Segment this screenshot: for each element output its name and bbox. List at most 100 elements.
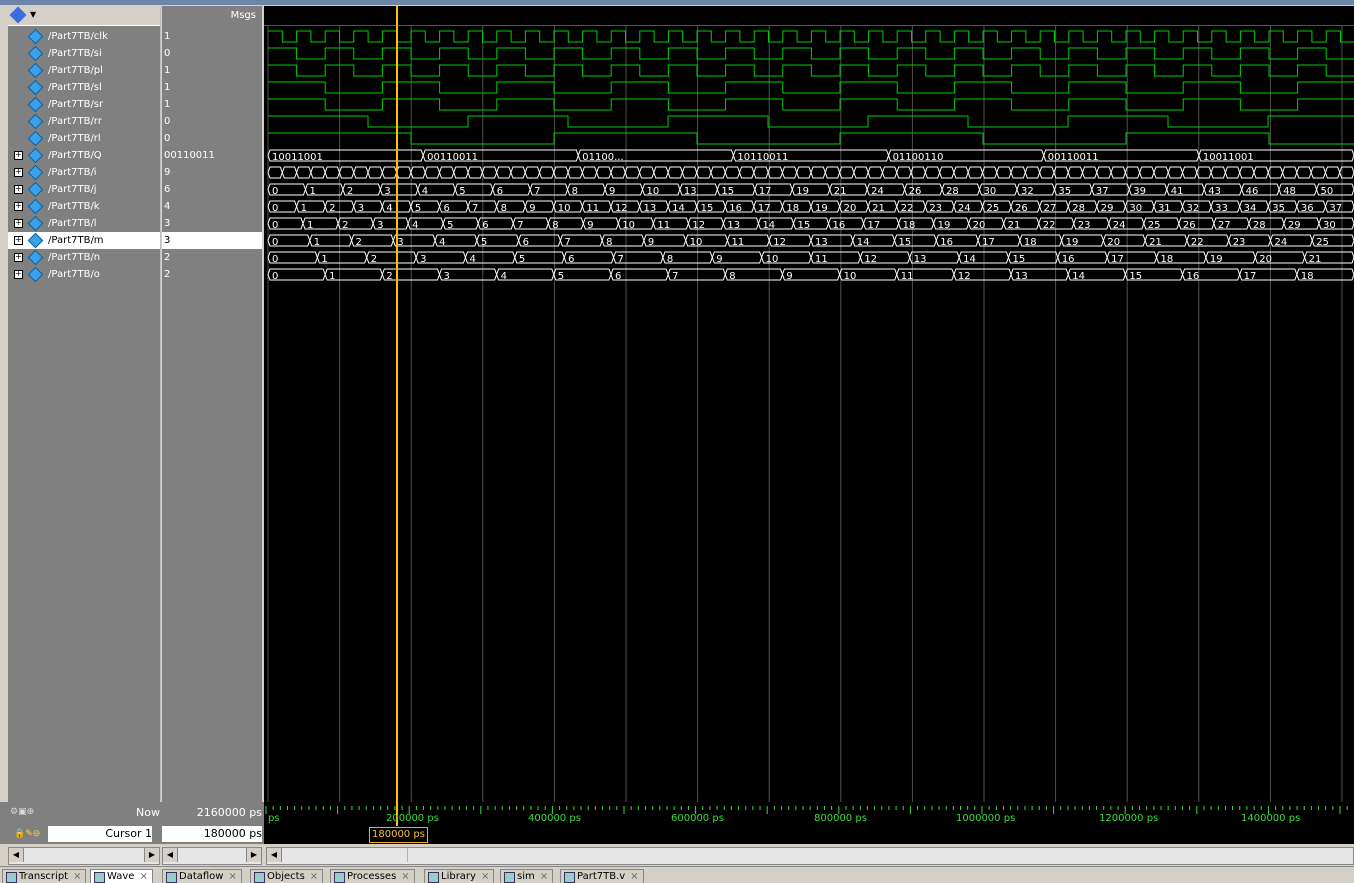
ruler-label: 200000 ps (386, 813, 439, 824)
bus-value-label: 3 (443, 271, 449, 282)
expand-icon[interactable]: + (14, 151, 23, 160)
bus-segment (981, 166, 998, 179)
scroll-left-icon[interactable]: ◀ (9, 848, 24, 862)
bus-segment (1067, 166, 1084, 179)
bus-value-label: 23 (1078, 220, 1091, 231)
bus-value-label: 26 (909, 186, 922, 197)
signal-row[interactable]: /Part7TB/rr (8, 113, 160, 130)
signal-value: 1 (164, 82, 171, 93)
bus-value-label: 33 (1215, 203, 1228, 214)
bus-value-label: 30 (1323, 220, 1336, 231)
signal-row[interactable]: /Part7TB/pl (8, 62, 160, 79)
signal-row[interactable]: + /Part7TB/l (8, 215, 160, 232)
signal-row[interactable]: + /Part7TB/n (8, 249, 160, 266)
expand-icon[interactable]: + (14, 219, 23, 228)
bus-segment (967, 166, 984, 179)
title-strip (0, 0, 1354, 5)
signal-value: 1 (164, 65, 171, 76)
signal-trace (268, 115, 1354, 128)
waveform-plot: 10011001 00110011 01100... 10110011 01100110… (267, 6, 1354, 802)
bus-segment (710, 166, 726, 179)
signal-row[interactable]: + /Part7TB/o (8, 266, 160, 283)
wave-layer-icon[interactable] (9, 6, 27, 24)
bus-value-label: 21 (834, 186, 847, 197)
tab-icon (504, 872, 515, 883)
bus-value-label: 17 (1244, 271, 1257, 282)
close-icon[interactable]: × (481, 871, 489, 882)
bus-value-label: 9 (786, 271, 792, 282)
msgs-label: Msgs (230, 10, 256, 21)
close-icon[interactable]: × (73, 871, 81, 882)
signal-row[interactable]: + /Part7TB/Q (8, 147, 160, 164)
signal-row[interactable]: /Part7TB/si (8, 45, 160, 62)
cursor-label[interactable]: Cursor 1 (48, 826, 152, 842)
bus-value-label: 18 (903, 220, 916, 231)
bus-value-label: 13 (727, 220, 740, 231)
bus-value-label: 10011001 (1203, 152, 1254, 163)
signal-name: /Part7TB/o (48, 269, 100, 280)
value-scrollbar[interactable]: ◀ ▶ (162, 847, 262, 865)
close-icon[interactable]: × (228, 871, 236, 882)
bus-value-label: 11 (731, 237, 744, 248)
close-icon[interactable]: × (310, 871, 318, 882)
signal-row[interactable]: + /Part7TB/k (8, 198, 160, 215)
bus-value-label: 48 (1283, 186, 1296, 197)
bus-segment (396, 166, 412, 179)
bus-value-label: 6 (482, 220, 488, 231)
close-icon[interactable]: × (630, 871, 638, 882)
bus-value-label: 6 (568, 254, 574, 265)
cursor-time-tag[interactable]: 180000 ps (369, 827, 428, 843)
lock-icon[interactable]: 🔒✎⊖ (14, 829, 40, 839)
bus-segment (1282, 166, 1298, 179)
bus-value-label: 13 (684, 186, 697, 197)
bus-value-label: 7 (472, 203, 478, 214)
bus-value-label: 21 (1008, 220, 1021, 231)
signal-row[interactable]: + /Part7TB/m (8, 232, 160, 249)
expand-icon[interactable]: + (14, 253, 23, 262)
scroll-left-icon[interactable]: ◀ (163, 848, 178, 862)
bus-value-label: 32 (1187, 203, 1200, 214)
signal-trace (268, 47, 1354, 60)
expand-icon[interactable]: + (14, 168, 23, 177)
waveform-canvas[interactable]: 10011001 00110011 01100... 10110011 01100110… (264, 6, 1354, 802)
close-icon[interactable]: × (540, 871, 548, 882)
bus-segment (1010, 166, 1026, 179)
wave-scrollbar[interactable]: ◀ (266, 847, 1354, 865)
bus-value-label: 16 (729, 203, 742, 214)
expand-icon[interactable]: + (14, 202, 23, 211)
close-icon[interactable]: × (401, 871, 409, 882)
chevron-down-icon[interactable]: ▼ (30, 10, 36, 19)
expand-icon[interactable]: + (14, 185, 23, 194)
bus-value-label: 7 (618, 254, 624, 265)
bus-segment (424, 166, 441, 179)
expand-icon[interactable]: + (14, 270, 23, 279)
signal-row[interactable]: /Part7TB/sr (8, 96, 160, 113)
signal-diamond-icon (27, 164, 44, 181)
bus-segment (1224, 166, 1241, 179)
signal-name: /Part7TB/clk (48, 31, 108, 42)
bus-value-label: 11 (586, 203, 599, 214)
signal-name: /Part7TB/i (48, 167, 97, 178)
bus-segment (1081, 166, 1098, 179)
tab-label: Library (441, 871, 476, 882)
scroll-right-icon[interactable]: ▶ (246, 848, 261, 862)
bus-value-label: 35 (1058, 186, 1071, 197)
scroll-left-icon[interactable]: ◀ (267, 848, 282, 862)
signal-row[interactable]: + /Part7TB/i (8, 164, 160, 181)
signal-row[interactable]: + /Part7TB/j (8, 181, 160, 198)
signal-row[interactable]: /Part7TB/sl (8, 79, 160, 96)
signal-name: /Part7TB/m (48, 235, 104, 246)
bus-value-label: 5 (459, 186, 465, 197)
scroll-right-icon[interactable]: ▶ (144, 848, 159, 862)
bus-value-label: 3 (397, 237, 403, 248)
bus-value-label: 15 (1012, 254, 1025, 265)
expand-icon[interactable]: + (14, 236, 23, 245)
bus-segment (310, 166, 326, 179)
signal-row[interactable]: /Part7TB/rl (8, 130, 160, 147)
time-ruler[interactable]: ps 200000 ps 400000 ps 600000 ps 800000 ps 10… (264, 802, 1354, 844)
signal-row[interactable]: /Part7TB/clk (8, 28, 160, 45)
ruler-label: 800000 ps (814, 813, 867, 824)
signal-diamond-icon (27, 215, 44, 232)
close-icon[interactable]: × (139, 871, 147, 882)
name-scrollbar[interactable]: ◀ ▶ (8, 847, 160, 865)
